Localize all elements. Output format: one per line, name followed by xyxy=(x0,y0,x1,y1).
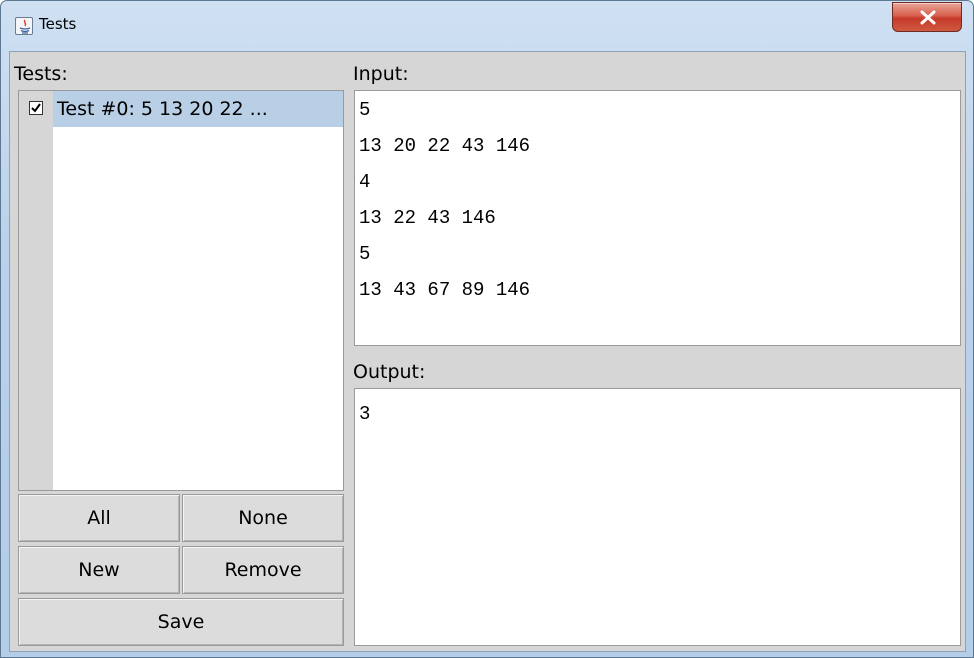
tests-label: Tests: xyxy=(14,63,68,85)
output-line: 3 xyxy=(359,403,371,425)
close-button[interactable] xyxy=(892,2,962,32)
window-title: Tests xyxy=(39,15,77,33)
list-gutter xyxy=(19,91,53,490)
output-textarea[interactable]: 3 xyxy=(354,388,961,646)
client-area: Tests: Test #0: 5 13 20 22 ... All None … xyxy=(9,51,966,652)
input-line: 13 20 22 43 146 xyxy=(359,135,531,157)
list-item[interactable]: Test #0: 5 13 20 22 ... xyxy=(19,91,343,127)
close-icon xyxy=(920,10,936,25)
java-icon[interactable] xyxy=(15,17,33,35)
input-label: Input: xyxy=(353,63,409,85)
new-button[interactable]: New xyxy=(18,546,180,594)
test-item-label: Test #0: 5 13 20 22 ... xyxy=(57,98,268,120)
tests-window: Tests Tests: Test #0: 5 13 20 22 ... All xyxy=(0,0,974,658)
none-button[interactable]: None xyxy=(182,494,344,542)
input-textarea[interactable]: 5 13 20 22 43 146 4 13 22 43 146 5 13 43… xyxy=(354,90,961,346)
checkmark-icon xyxy=(31,103,41,113)
input-line: 5 xyxy=(359,243,371,265)
input-line: 13 43 67 89 146 xyxy=(359,279,531,301)
input-line: 5 xyxy=(359,99,371,121)
title-bar[interactable]: Tests xyxy=(1,1,973,51)
input-line: 13 22 43 146 xyxy=(359,207,496,229)
test-enabled-checkbox[interactable] xyxy=(29,101,43,115)
output-label: Output: xyxy=(353,361,426,383)
input-line: 4 xyxy=(359,171,371,193)
all-button[interactable]: All xyxy=(18,494,180,542)
save-button[interactable]: Save xyxy=(18,598,344,646)
remove-button[interactable]: Remove xyxy=(182,546,344,594)
tests-list[interactable]: Test #0: 5 13 20 22 ... xyxy=(18,90,344,491)
